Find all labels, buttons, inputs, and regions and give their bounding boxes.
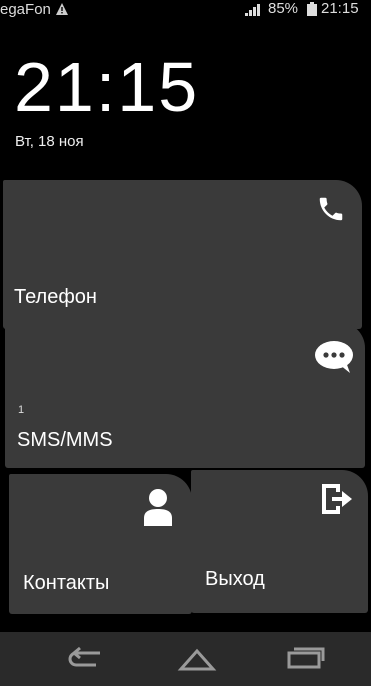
sms-unread-count: 1	[18, 404, 25, 416]
back-icon[interactable]	[66, 645, 104, 678]
navigation-bar	[0, 632, 371, 686]
status-time: 21:15	[321, 0, 359, 17]
person-icon	[144, 488, 172, 531]
contacts-tile[interactable]: Контакты	[9, 474, 192, 614]
exit-tile[interactable]: Выход	[191, 470, 368, 613]
sms-label: SMS/MMS	[17, 429, 113, 451]
carrier-name: egaFon	[0, 1, 51, 18]
battery-icon	[307, 2, 317, 21]
phone-tile[interactable]: Телефон	[3, 180, 362, 329]
status-bar: egaFon 85% 21:15	[0, 0, 371, 20]
warning-icon	[56, 2, 68, 20]
recent-apps-icon[interactable]	[286, 645, 326, 678]
phone-icon	[316, 194, 346, 229]
message-bubble-icon	[314, 340, 354, 379]
clock: 21:15	[14, 48, 200, 126]
date: Вт, 18 ноя	[15, 133, 84, 150]
contacts-label: Контакты	[23, 572, 110, 594]
signal-icon	[245, 3, 263, 21]
phone-label: Телефон	[14, 286, 97, 308]
sms-tile[interactable]: 1 SMS/MMS	[5, 322, 365, 468]
battery-percent: 85%	[268, 0, 299, 17]
exit-label: Выход	[205, 568, 265, 590]
exit-icon	[320, 482, 354, 521]
home-icon[interactable]	[177, 645, 217, 678]
